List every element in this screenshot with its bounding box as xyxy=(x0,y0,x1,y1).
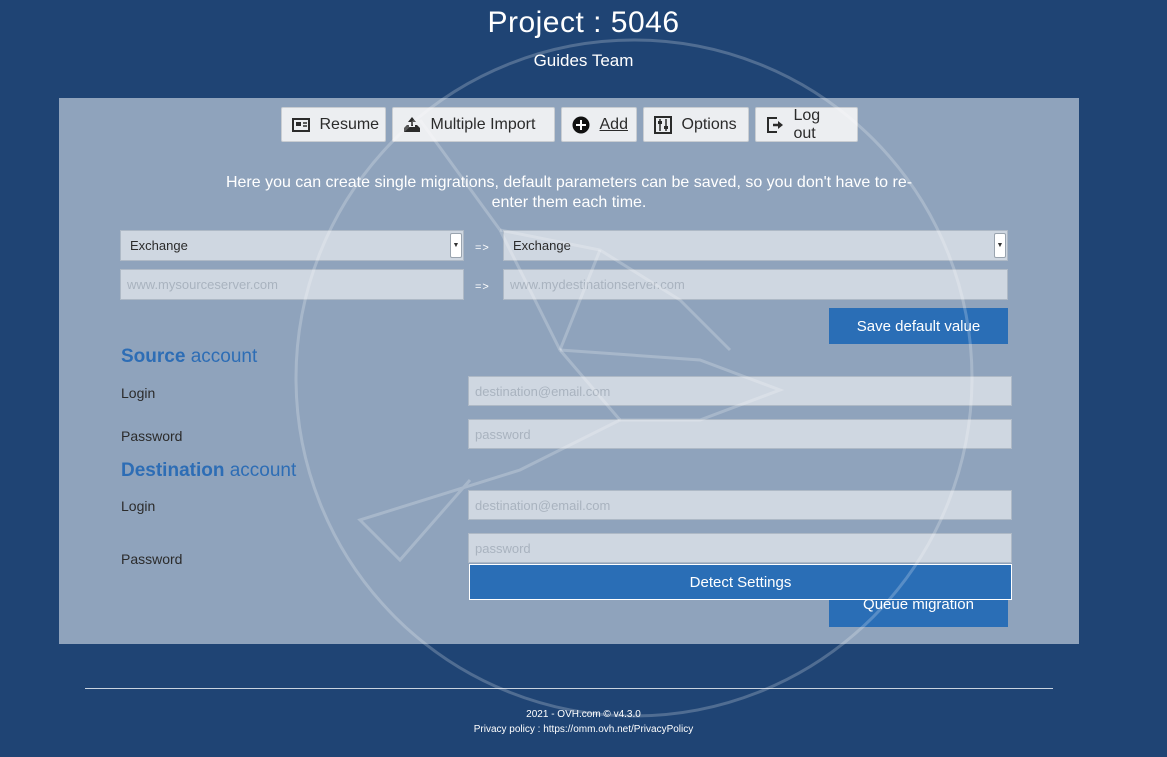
multiple-import-label: Multiple Import xyxy=(430,115,536,133)
detect-settings-button[interactable]: Detect Settings xyxy=(469,564,1012,600)
server-separator: => xyxy=(475,281,490,293)
source-title-rest: account xyxy=(185,346,258,367)
type-separator: => xyxy=(475,242,490,254)
logout-label: Log out xyxy=(793,106,821,142)
destination-login-input[interactable]: destination@email.com xyxy=(468,490,1012,520)
options-label: Options xyxy=(681,115,737,133)
team-name: Guides Team xyxy=(533,51,634,70)
source-password-label: Password xyxy=(121,428,183,444)
add-button[interactable]: Add xyxy=(560,107,637,142)
resume-button[interactable]: Resume xyxy=(280,107,386,142)
resume-label: Resume xyxy=(319,115,380,133)
footer-privacy-link[interactable]: Privacy policy : https://omm.ovh.net/Pri… xyxy=(0,724,1167,735)
destination-title-rest: account xyxy=(224,460,297,481)
intro-text: Here you can create single migrations, d… xyxy=(225,174,913,211)
footer-copyright: 2021 - OVH.com © v4.3.0 xyxy=(526,709,641,720)
destination-type-select[interactable]: Exchange ▼ xyxy=(503,230,1008,261)
footer-divider xyxy=(85,688,1053,689)
source-title-bold: Source xyxy=(121,346,186,367)
multiple-import-button[interactable]: Multiple Import xyxy=(391,107,555,142)
main-panel: Resume Multiple Import Add Options Log o… xyxy=(59,98,1079,644)
destination-server-input[interactable]: www.mydestinationserver.com xyxy=(503,269,1008,300)
source-account-title: Source account xyxy=(121,346,257,368)
destination-type-value: Exchange xyxy=(513,238,571,253)
source-login-label: Login xyxy=(121,385,156,401)
chevron-down-icon: ▼ xyxy=(450,233,462,258)
import-icon xyxy=(403,116,421,134)
source-server-input[interactable]: www.mysourceserver.com xyxy=(120,269,464,300)
resume-icon xyxy=(291,116,310,134)
source-password-input[interactable]: password xyxy=(468,419,1012,449)
destination-password-label: Password xyxy=(121,551,183,567)
plus-circle-icon xyxy=(572,116,590,134)
source-type-select[interactable]: Exchange ▼ xyxy=(120,230,464,261)
logout-button[interactable]: Log out xyxy=(754,106,858,142)
destination-login-label: Login xyxy=(121,498,156,514)
page-title: Project : 5046 xyxy=(487,6,680,39)
add-label: Add xyxy=(599,115,628,133)
destination-account-title: Destination account xyxy=(121,460,296,482)
options-button[interactable]: Options xyxy=(642,107,749,142)
nav-bar: Resume Multiple Import Add Options Log o… xyxy=(59,107,1079,142)
sliders-icon xyxy=(653,115,672,134)
logout-icon xyxy=(766,116,784,134)
save-default-button[interactable]: Save default value xyxy=(829,308,1008,344)
destination-title-bold: Destination xyxy=(121,460,225,481)
destination-password-input[interactable]: password xyxy=(468,533,1012,563)
source-login-input[interactable]: destination@email.com xyxy=(468,376,1012,406)
source-type-value: Exchange xyxy=(130,238,188,253)
chevron-down-icon: ▼ xyxy=(994,233,1006,258)
